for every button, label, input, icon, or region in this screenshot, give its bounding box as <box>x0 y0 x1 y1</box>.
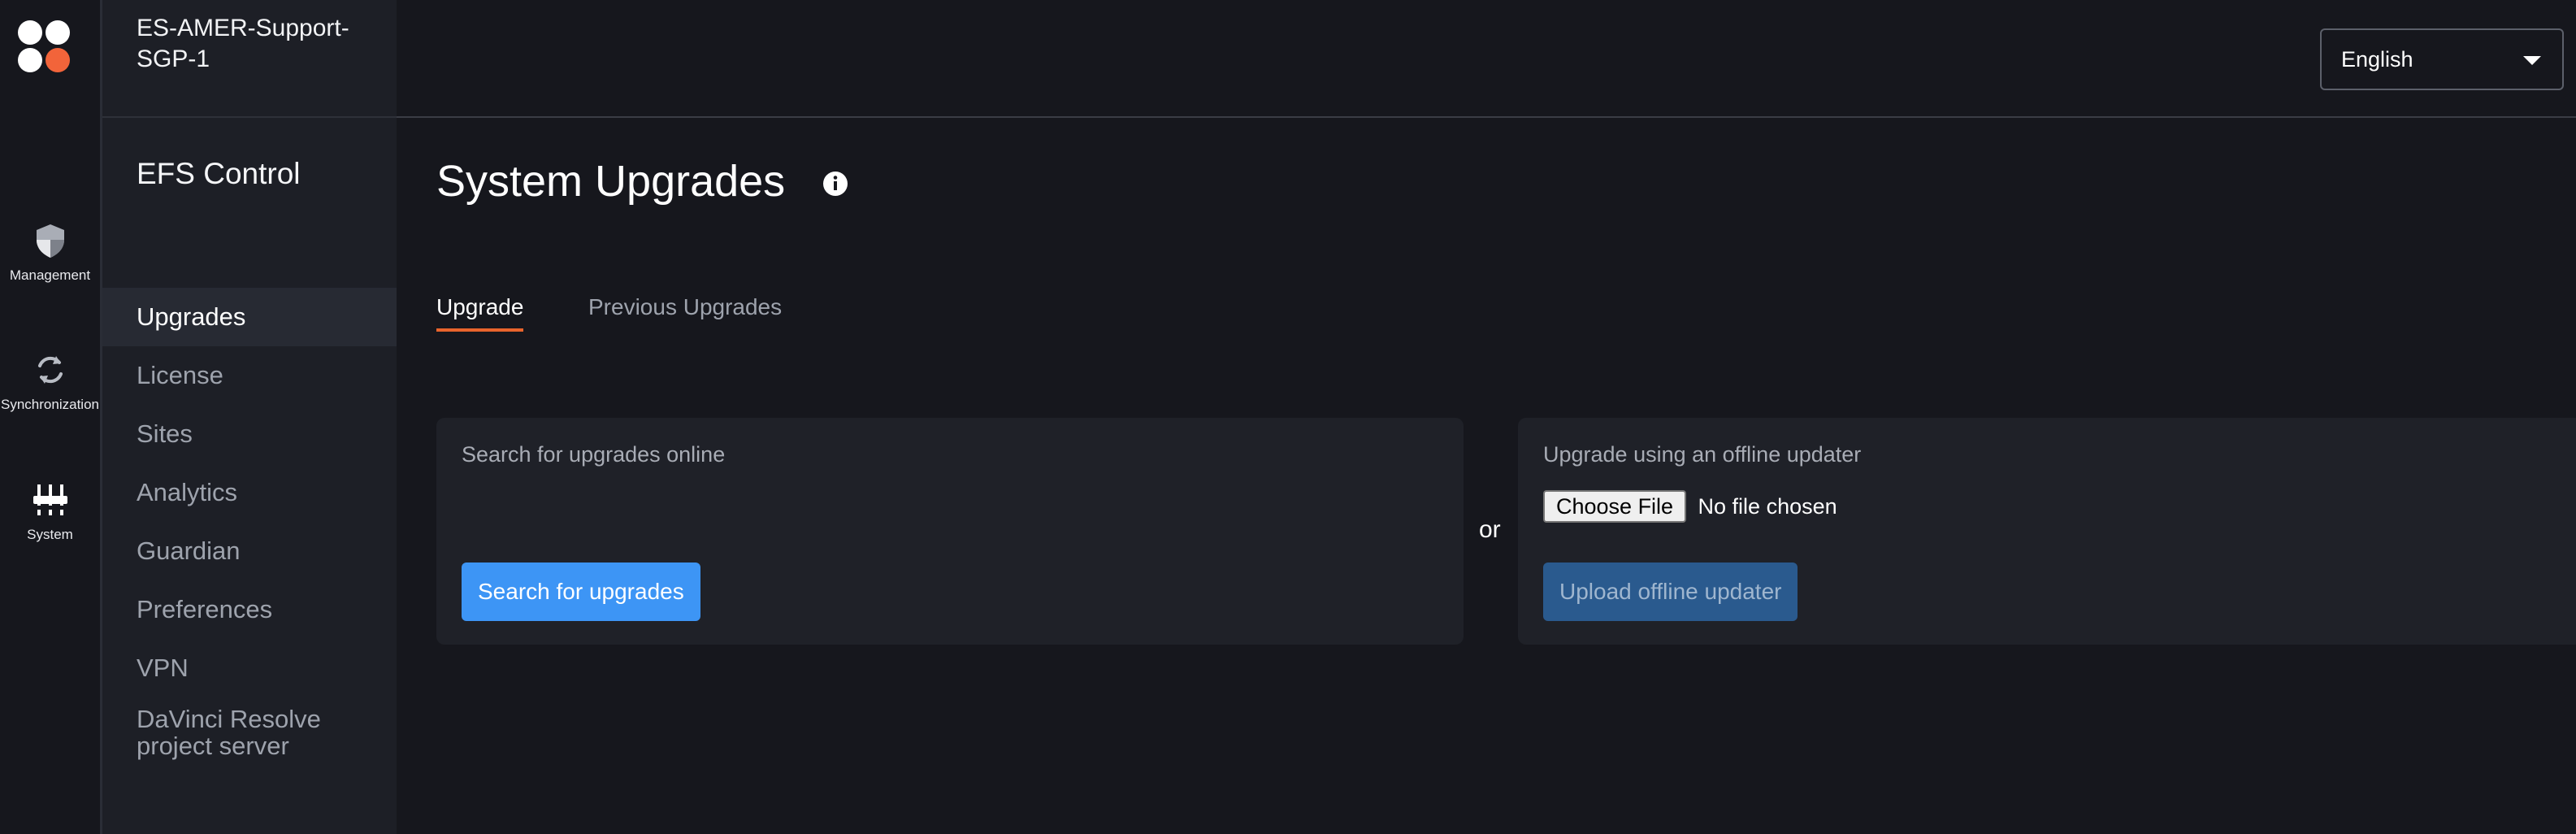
info-icon[interactable] <box>822 171 848 197</box>
page-title: System Upgrades <box>436 157 786 206</box>
rail-item-label: Synchronization <box>1 397 99 412</box>
sidebar-divider <box>102 116 397 118</box>
app-logo-icon[interactable] <box>16 20 72 73</box>
sidebar-item-analytics[interactable]: Analytics <box>102 463 397 522</box>
language-select[interactable]: English <box>2320 28 2564 90</box>
sidebar-item-license[interactable]: License <box>102 346 397 405</box>
file-status: No file chosen <box>1698 493 1837 519</box>
tab-upgrade[interactable]: Upgrade <box>436 294 524 332</box>
upload-offline-updater-button: Upload offline updater <box>1543 563 1798 621</box>
sidebar-item-preferences[interactable]: Preferences <box>102 580 397 639</box>
sync-icon <box>37 356 63 384</box>
sidebar-item-vpn[interactable]: VPN <box>102 639 397 697</box>
sidebar-item-guardian[interactable]: Guardian <box>102 522 397 580</box>
offline-card-title: Upgrade using an offline updater <box>1543 442 1862 467</box>
offline-upgrade-card: Upgrade using an offline updater Choose … <box>1518 418 2576 645</box>
sidebar-item-davinci-resolve[interactable]: DaVinci Resolve project server <box>102 697 380 779</box>
secondary-sidebar: ES-AMER-Support-SGP-1 EFS Control Upgrad… <box>102 0 397 834</box>
tab-previous-upgrades[interactable]: Previous Upgrades <box>588 294 782 332</box>
file-input: Choose File No file chosen <box>1543 490 1837 524</box>
tenant-name: ES-AMER-Support-SGP-1 <box>137 15 349 72</box>
rail-item-system[interactable]: System <box>0 481 100 543</box>
chevron-down-icon <box>2523 56 2541 65</box>
online-card-title: Search for upgrades online <box>462 442 726 467</box>
language-value: English <box>2341 47 2413 72</box>
online-upgrade-card: Search for upgrades online Search for up… <box>436 418 1464 645</box>
rail-item-management[interactable]: Management <box>0 222 100 284</box>
sidebar-nav: Upgrades License Sites Analytics Guardia… <box>102 288 397 779</box>
icon-rail: Management Synchronization System <box>0 0 102 834</box>
or-separator: or <box>1479 516 1501 543</box>
search-upgrades-button[interactable]: Search for upgrades <box>462 563 700 621</box>
sliders-icon <box>33 484 67 515</box>
sidebar-item-upgrades[interactable]: Upgrades <box>102 288 397 346</box>
sidebar-item-sites[interactable]: Sites <box>102 405 397 463</box>
shield-icon <box>36 224 64 258</box>
rail-item-synchronization[interactable]: Synchronization <box>0 351 100 413</box>
top-header <box>397 0 2576 118</box>
rail-item-label: System <box>27 527 73 542</box>
section-title: EFS Control <box>137 157 301 190</box>
rail-item-label: Management <box>9 267 91 283</box>
choose-file-button[interactable]: Choose File <box>1543 490 1687 523</box>
